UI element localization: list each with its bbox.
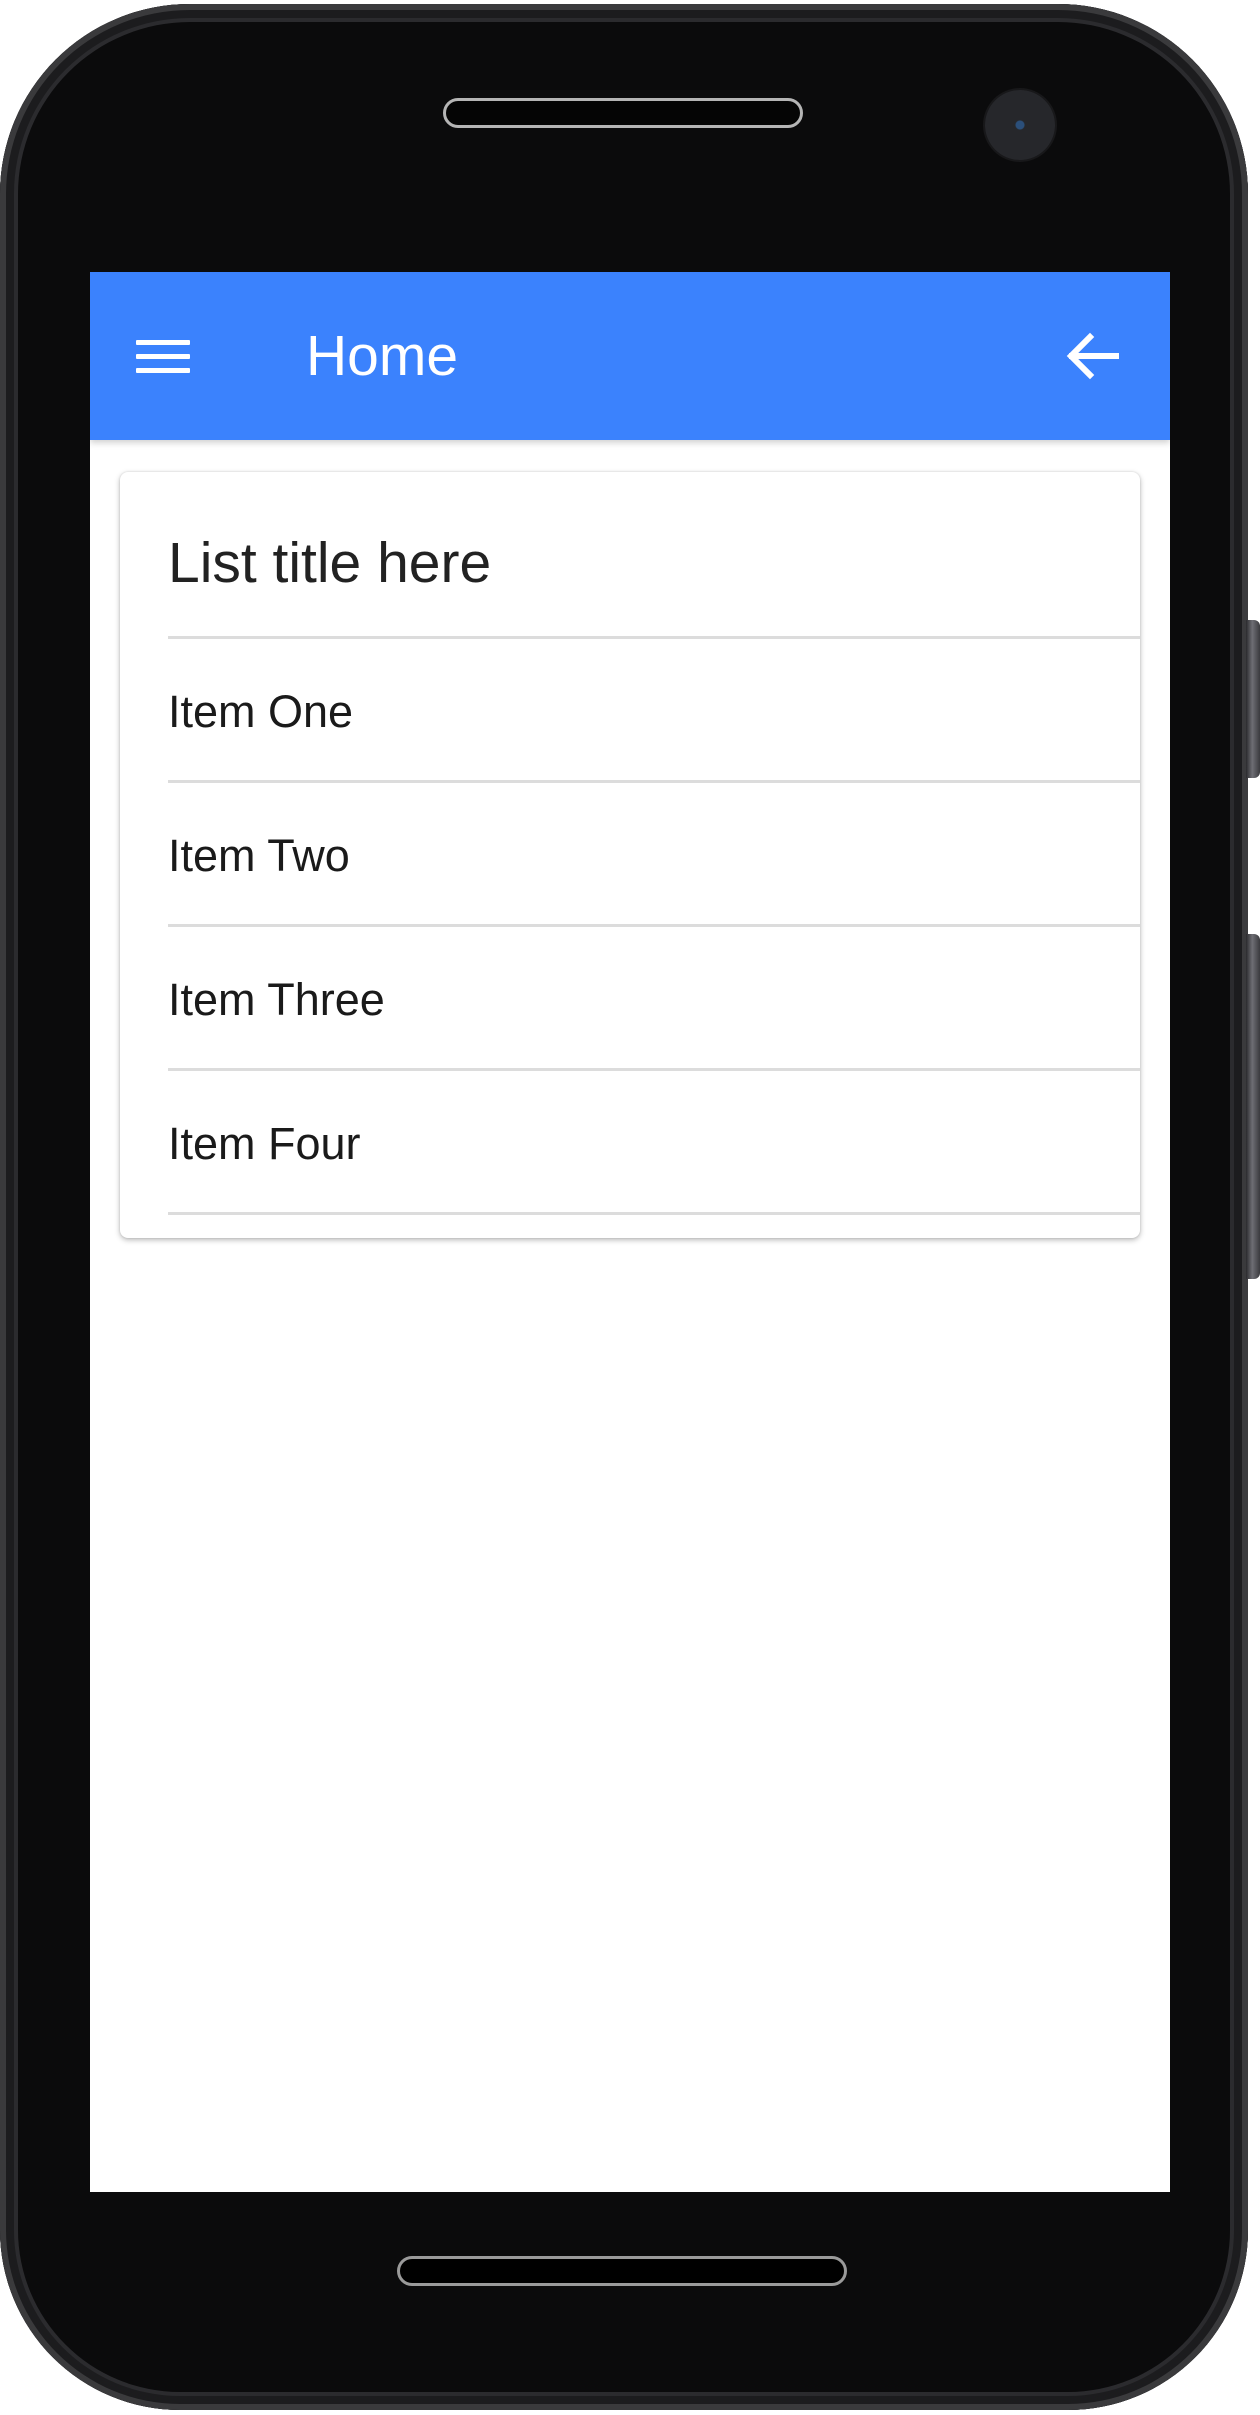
list-item-label: Item Three	[168, 974, 385, 1025]
volume-button	[1246, 620, 1260, 778]
list-item-label: Item Two	[168, 830, 350, 881]
power-button	[1246, 934, 1260, 1279]
app-screen: Home List title here Item One Item Two I…	[90, 272, 1170, 2192]
list-item-two[interactable]: Item Two	[120, 783, 1140, 924]
menu-button[interactable]	[122, 316, 202, 396]
front-camera	[985, 90, 1055, 160]
list-item-three[interactable]: Item Three	[120, 927, 1140, 1068]
app-bar: Home	[90, 272, 1170, 440]
list-item-label: Item Four	[168, 1118, 361, 1169]
arrow-back-icon	[1066, 332, 1119, 380]
page-title: Home	[306, 324, 459, 388]
list-item-four[interactable]: Item Four	[120, 1071, 1140, 1212]
back-button[interactable]	[1052, 316, 1132, 396]
bottom-speaker	[397, 2256, 847, 2286]
earpiece-speaker	[443, 98, 803, 128]
list-item-one[interactable]: Item One	[120, 639, 1140, 780]
list-card: List title here Item One Item Two Item T…	[120, 472, 1140, 1238]
list-item-label: Item One	[168, 686, 354, 737]
divider	[168, 1212, 1140, 1215]
list-title: List title here	[168, 531, 492, 595]
device-frame: Home List title here Item One Item Two I…	[0, 0, 1260, 2415]
